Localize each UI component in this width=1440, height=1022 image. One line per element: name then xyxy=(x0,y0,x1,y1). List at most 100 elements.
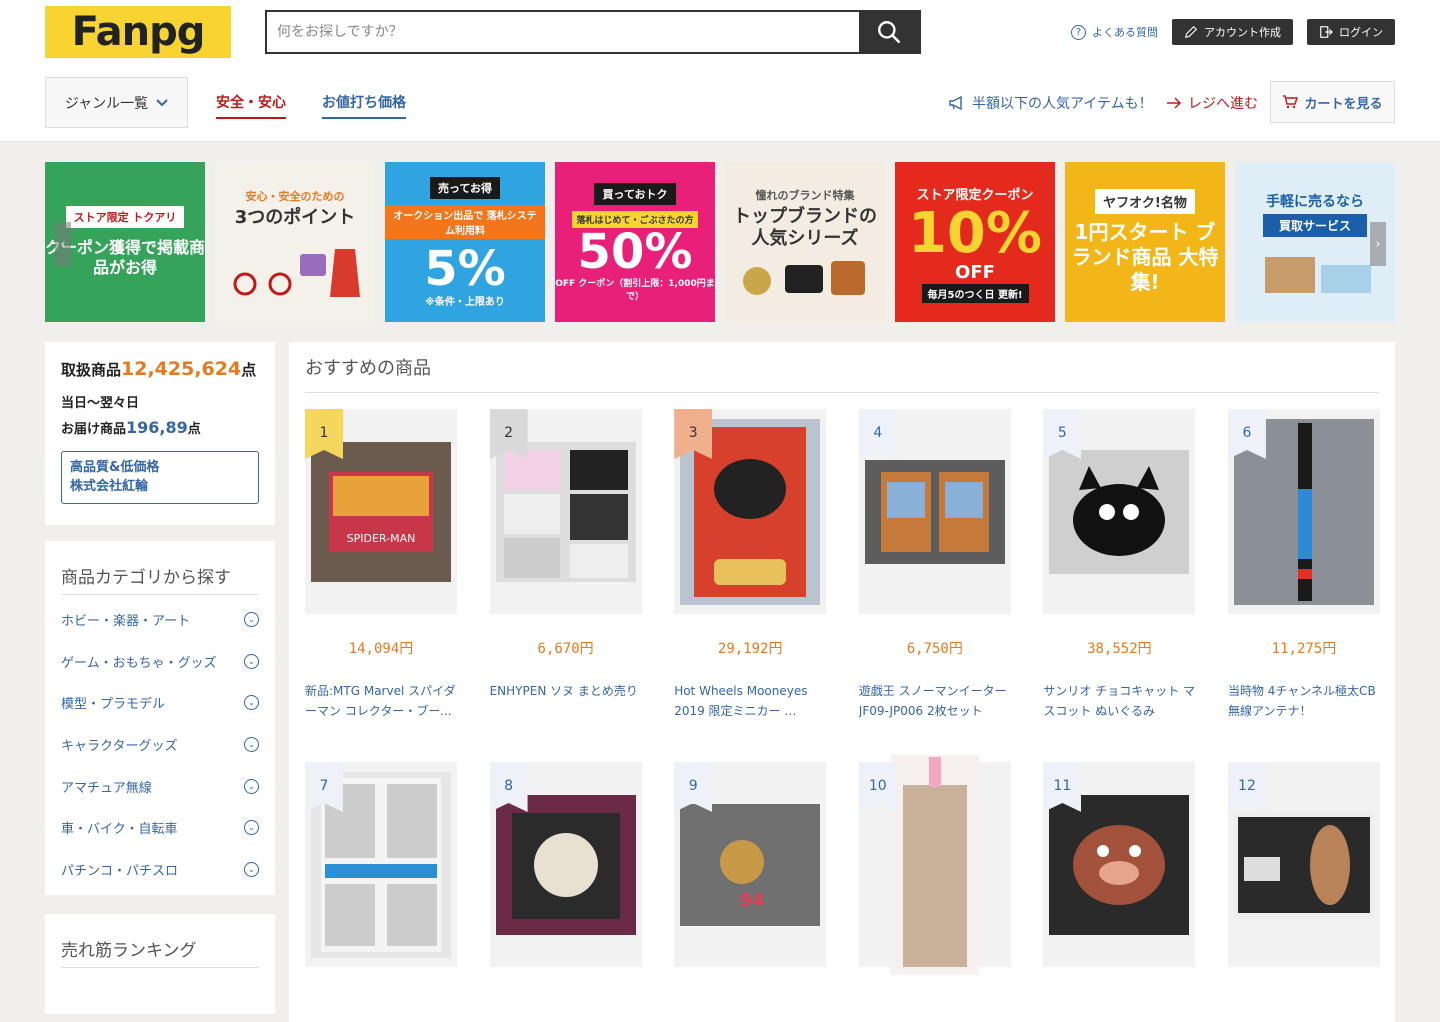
login-icon xyxy=(1320,26,1333,38)
faq-link[interactable]: ? よくある質問 xyxy=(1071,24,1158,40)
rank-badge: 12 xyxy=(1227,762,1266,812)
nav-bargain-link[interactable]: お値打ち価格 xyxy=(322,92,406,119)
total-label: 取扱商品 xyxy=(61,361,122,379)
category-item[interactable]: ホビー・楽器・アート ⌄ xyxy=(61,599,259,641)
category-label: キャラクターグッズ xyxy=(61,739,178,755)
delivery-label-1: 当日〜翌々日 xyxy=(61,396,140,411)
category-label: ホビー・楽器・アート xyxy=(61,614,191,630)
product-image[interactable]: 94 9 xyxy=(674,762,827,967)
logo[interactable]: Fanpg xyxy=(45,6,231,58)
header: Fanpg ? よくある質問 アカウント作成 ログイン ジャンル一覧 安全・安心… xyxy=(0,0,1440,142)
category-item[interactable]: 模型・プラモデル ⌄ xyxy=(61,682,259,724)
banner-sell-coupon[interactable]: 売ってお得 オークション出品で 落札システム利用料 5% ※条件・上限あり xyxy=(385,162,545,322)
product-card[interactable]: 11 xyxy=(1043,762,1196,967)
category-label: 車・バイク・自転車 xyxy=(61,822,178,838)
product-image[interactable]: 10 xyxy=(858,754,1011,975)
nav-safe-link[interactable]: 安全・安心 xyxy=(216,92,286,119)
megaphone-icon xyxy=(949,95,962,111)
product-card[interactable]: 3 29,192円 Hot Wheels Mooneyes 2019 限定ミニカー … xyxy=(674,409,827,722)
promo-link[interactable]: 半額以下の人気アイテムも！ xyxy=(948,93,1153,113)
product-card[interactable]: 8 xyxy=(489,762,642,967)
product-thumbnail xyxy=(1049,449,1190,574)
product-card[interactable]: 12 xyxy=(1227,762,1380,967)
delivery-label-2: お届け商品 xyxy=(61,421,127,437)
product-thumbnail xyxy=(495,794,636,935)
carousel-prev-button[interactable]: ‹ xyxy=(55,222,71,266)
category-label: アマチュア無線 xyxy=(61,780,152,796)
search-bar xyxy=(265,10,921,54)
carousel-next-button[interactable]: › xyxy=(1370,222,1386,266)
category-item[interactable]: アマチュア無線 ⌄ xyxy=(61,765,259,807)
chevron-down-icon: ⌄ xyxy=(244,737,259,753)
product-image[interactable]: 12 xyxy=(1227,762,1380,967)
banner-top-brands[interactable]: 憧れのブランド特集 トップブランドの 人気シリーズ xyxy=(725,162,885,322)
product-card[interactable]: 10 xyxy=(858,754,1011,975)
product-image[interactable]: 7 xyxy=(305,762,457,967)
chevron-down-icon: ⌄ xyxy=(244,612,259,628)
product-thumbnail xyxy=(864,459,1005,564)
product-image[interactable]: 2 xyxy=(489,409,642,614)
product-thumbnail: 94 xyxy=(680,803,821,926)
product-thumbnail xyxy=(495,441,636,582)
svg-text:SPIDER-MAN: SPIDER-MAN xyxy=(347,532,416,545)
product-image[interactable]: 5 xyxy=(1043,409,1196,614)
category-item[interactable]: 車・バイク・自転車 ⌄ xyxy=(61,807,259,849)
search-button[interactable] xyxy=(859,12,919,52)
product-price: 6,670円 xyxy=(537,641,594,657)
chevron-down-icon xyxy=(156,98,168,106)
category-item[interactable]: ゲーム・おもちゃ・グッズ ⌄ xyxy=(61,641,259,683)
chevron-down-icon: ⌄ xyxy=(244,820,259,836)
banner-safety-points[interactable]: 安心・安全のための 3つのポイント xyxy=(215,162,375,322)
chevron-down-icon: ⌄ xyxy=(244,778,259,794)
product-image[interactable]: 11 xyxy=(1043,762,1196,967)
product-grid-row-1: SPIDER-MAN 1 14,094円新品:MTG Marvel スパイダーマン … xyxy=(305,409,1380,722)
recommend-title: おすすめの商品 xyxy=(305,354,1379,393)
search-input[interactable] xyxy=(267,12,859,52)
product-price: 6,750円 xyxy=(906,641,963,657)
recommend-panel: おすすめの商品 SPIDER-MAN 1 14,094円新品:MTG Marvel … xyxy=(289,342,1395,1022)
product-card[interactable]: 6 11,275円当時物 4チャンネル極太CB無線アンテナ！ xyxy=(1227,409,1380,722)
product-card[interactable]: 2 6,670円 ENHYPEN ソヌ まとめ売り xyxy=(489,409,642,722)
question-icon: ? xyxy=(1071,24,1086,40)
product-grid-row-2: 7 8 94 9 10 11 12 xyxy=(305,754,1380,975)
ranking-panel: 売れ筋ランキング xyxy=(45,914,275,1014)
product-card[interactable]: 5 38,552円 サンリオ チョコキャット マスコット ぬいぐるみ xyxy=(1043,409,1196,722)
svg-text:94: 94 xyxy=(740,890,765,911)
category-list: ホビー・楽器・アート ⌄ ゲーム・おもちゃ・グッズ ⌄ 模型・プラモデル ⌄ キャラクターグ… xyxy=(61,599,259,890)
category-label: 模型・プラモデル xyxy=(61,697,166,713)
search-icon xyxy=(878,21,901,44)
shop-link[interactable]: 高品質&低価格 株式会社紅輪 xyxy=(61,450,259,504)
product-name-link[interactable]: ENHYPEN ソヌ まとめ売り xyxy=(490,682,642,722)
create-account-button[interactable]: アカウント作成 xyxy=(1172,19,1293,45)
product-image[interactable]: 3 xyxy=(674,409,827,614)
pencil-icon xyxy=(1184,25,1198,39)
product-thumbnail xyxy=(1049,794,1190,935)
product-card[interactable]: 4 6,750円遊戯王 スノーマンイーター JF09-JP006 2枚セット xyxy=(858,409,1011,722)
chevron-down-icon: ⌄ xyxy=(244,861,259,877)
category-panel: 商品カテゴリから探す ホビー・楽器・アート ⌄ ゲーム・おもちゃ・グッズ ⌄ 模型・プラ… xyxy=(45,541,275,895)
product-image[interactable]: 6 xyxy=(1227,409,1380,614)
product-name-link[interactable]: Hot Wheels Mooneyes 2019 限定ミニカー … xyxy=(674,682,826,722)
product-name-link[interactable]: 新品:MTG Marvel スパイダーマン コレクター・ブースター xyxy=(305,682,457,722)
checkout-link[interactable]: レジへ進む xyxy=(1166,93,1258,113)
product-image[interactable]: 4 xyxy=(858,409,1011,614)
product-name-link[interactable]: 遊戯王 スノーマンイーター JF09-JP006 2枚セット xyxy=(859,682,1011,722)
banner-buy-coupon[interactable]: 買っておトク 落札はじめて・ごぶさたの方 50% OFF クーポン（割引上限：1… xyxy=(555,162,715,322)
cart-button[interactable]: カートを見る xyxy=(1270,81,1395,123)
banner-store-coupon[interactable]: ストア限定クーポン 10% OFF 毎月5のつく日 更新! xyxy=(895,162,1055,322)
product-card[interactable]: SPIDER-MAN 1 14,094円新品:MTG Marvel スパイダーマン … xyxy=(305,409,457,722)
product-card[interactable]: 94 9 xyxy=(674,762,827,967)
genre-dropdown[interactable]: ジャンル一覧 xyxy=(45,77,188,128)
category-label: パチンコ・パチスロ xyxy=(61,863,179,879)
product-card[interactable]: 7 xyxy=(305,762,457,967)
product-name-link[interactable]: サンリオ チョコキャット マスコット ぬいぐるみ xyxy=(1043,682,1195,722)
product-image[interactable]: SPIDER-MAN 1 xyxy=(305,409,457,614)
product-name-link[interactable]: 当時物 4チャンネル極太CB無線アンテナ！ xyxy=(1228,682,1380,722)
category-item[interactable]: キャラクターグッズ ⌄ xyxy=(61,724,259,766)
product-price: 11,275円 xyxy=(1271,641,1337,657)
category-item[interactable]: パチンコ・パチスロ ⌄ xyxy=(61,849,259,891)
product-price: 14,094円 xyxy=(348,641,414,657)
banner-one-yen-start[interactable]: ヤフオク!名物 1円スタート ブランド商品 大特集! xyxy=(1065,162,1225,322)
login-button[interactable]: ログイン xyxy=(1307,19,1395,45)
product-image[interactable]: 8 xyxy=(489,762,642,967)
